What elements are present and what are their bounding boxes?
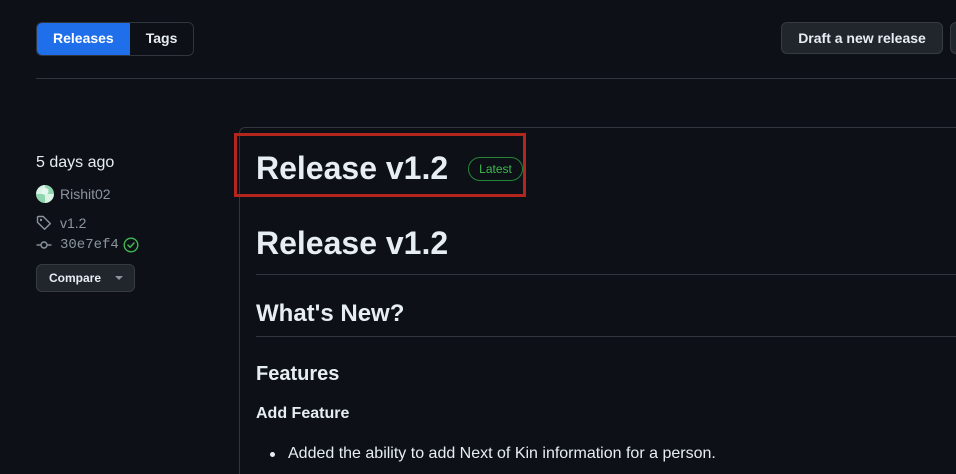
- highlight-annotation: [234, 133, 526, 197]
- git-commit-icon: [36, 241, 52, 249]
- compare-label: Compare: [49, 271, 102, 285]
- header-divider: [36, 78, 956, 79]
- compare-button[interactable]: Compare: [36, 264, 135, 292]
- tab-tags[interactable]: Tags: [129, 23, 194, 55]
- draft-new-release-button[interactable]: Draft a new release: [781, 22, 943, 54]
- list-item: Added the ability to add Next of Kin inf…: [270, 445, 716, 463]
- bullet-icon: [270, 451, 275, 457]
- release-author[interactable]: Rishit02: [36, 185, 111, 203]
- notes-heading-4: Add Feature: [256, 405, 350, 422]
- notes-heading-3: Features: [256, 363, 340, 385]
- release-date: 5 days ago: [36, 154, 115, 171]
- notes-heading-1: Release v1.2: [256, 225, 449, 261]
- tag-icon: [36, 215, 51, 230]
- notes-heading-2: What's New?: [256, 300, 405, 327]
- release-tag[interactable]: v1.2: [36, 215, 86, 231]
- author-name[interactable]: Rishit02: [60, 186, 111, 202]
- check-circle-icon: [123, 237, 139, 253]
- more-options-button[interactable]: [950, 22, 956, 54]
- heading-divider: [256, 274, 956, 275]
- tab-releases[interactable]: Releases: [37, 23, 130, 55]
- chevron-down-icon: [115, 276, 124, 280]
- heading-divider: [256, 336, 956, 337]
- release-commit[interactable]: 30e7ef4: [36, 237, 139, 253]
- avatar: [36, 185, 54, 203]
- list-item-text: Added the ability to add Next of Kin inf…: [288, 445, 716, 462]
- tag-label[interactable]: v1.2: [60, 215, 86, 231]
- releases-tags-switcher: Releases Tags: [36, 22, 195, 56]
- commit-sha[interactable]: 30e7ef4: [60, 237, 119, 253]
- releases-page: Releases Tags Draft a new release 5 days…: [0, 0, 956, 474]
